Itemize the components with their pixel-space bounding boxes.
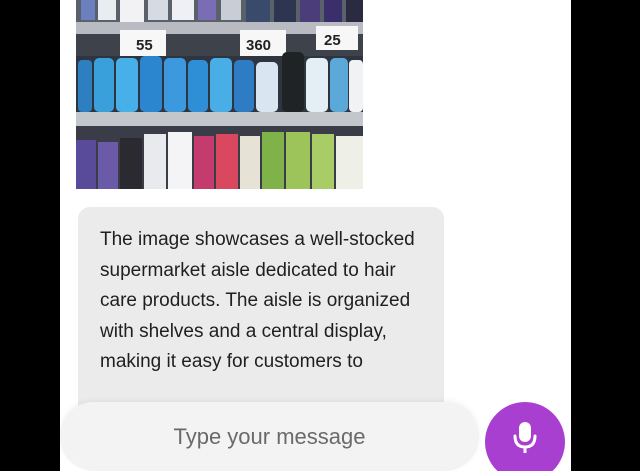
price-tag-3: 25 bbox=[324, 32, 341, 49]
chat-screen: 55 360 25 The image showcases a well-sto… bbox=[60, 0, 571, 471]
message-composer bbox=[60, 402, 479, 471]
microphone-icon bbox=[513, 422, 537, 453]
shared-shelf-image[interactable]: 55 360 25 bbox=[76, 0, 363, 189]
price-tag-2: 360 bbox=[246, 37, 271, 54]
assistant-message-bubble: The image showcases a well-stocked super… bbox=[78, 207, 444, 422]
price-tag-1: 55 bbox=[136, 37, 153, 54]
shelf-illustration: 55 360 25 bbox=[76, 0, 363, 189]
message-input[interactable] bbox=[102, 422, 437, 451]
assistant-message-text: The image showcases a well-stocked super… bbox=[100, 229, 415, 372]
mic-button[interactable] bbox=[485, 402, 565, 471]
